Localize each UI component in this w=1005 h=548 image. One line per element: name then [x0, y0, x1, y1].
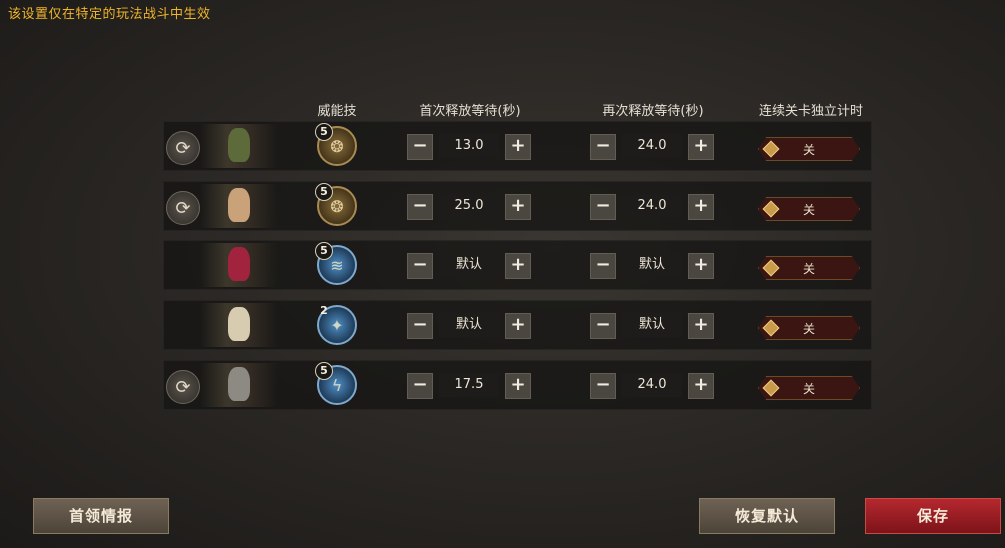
- hero-portrait: [200, 303, 278, 347]
- first-wait-value: 13.0: [439, 134, 499, 158]
- independent-timer-toggle[interactable]: 关: [758, 137, 860, 161]
- notice-text: 该设置仅在特定的玩法战斗中生效: [8, 7, 211, 22]
- plus-icon[interactable]: +: [688, 373, 714, 399]
- refresh-icon[interactable]: ⟳: [166, 370, 200, 404]
- plus-icon[interactable]: +: [505, 134, 531, 160]
- skill-level-badge: 5: [315, 242, 333, 260]
- first-wait-value: 25.0: [439, 194, 499, 218]
- plus-icon[interactable]: +: [688, 313, 714, 339]
- repeat-wait-value: 24.0: [622, 373, 682, 397]
- repeat-wait-stepper: − 24.0 +: [590, 373, 714, 399]
- first-wait-stepper: − 13.0 +: [407, 134, 531, 160]
- repeat-wait-stepper: − 24.0 +: [590, 194, 714, 220]
- refresh-icon[interactable]: ⟳: [166, 191, 200, 225]
- restore-default-button[interactable]: 恢复默认: [699, 498, 835, 534]
- hero-row: ⟳ ❂ 5 − 25.0 + − 24.0 + 关: [163, 181, 872, 231]
- plus-icon[interactable]: +: [505, 313, 531, 339]
- repeat-wait-value: 24.0: [622, 194, 682, 218]
- refresh-icon[interactable]: ⟳: [166, 131, 200, 165]
- independent-timer-toggle[interactable]: 关: [758, 376, 860, 400]
- plus-icon[interactable]: +: [688, 194, 714, 220]
- independent-timer-toggle[interactable]: 关: [758, 197, 860, 221]
- header-repeat-wait: 再次释放等待(秒): [602, 104, 704, 119]
- repeat-wait-stepper: − 默认 +: [590, 253, 714, 279]
- plus-icon[interactable]: +: [505, 253, 531, 279]
- skill-level-badge: 5: [315, 362, 333, 380]
- repeat-wait-value: 默认: [622, 313, 682, 337]
- header-first-wait: 首次释放等待(秒): [419, 104, 521, 119]
- first-wait-stepper: − 25.0 +: [407, 194, 531, 220]
- minus-icon[interactable]: −: [590, 134, 616, 160]
- minus-icon[interactable]: −: [407, 253, 433, 279]
- skill-level-badge: 2: [320, 304, 328, 317]
- repeat-wait-value: 默认: [622, 253, 682, 277]
- minus-icon[interactable]: −: [590, 313, 616, 339]
- header-independent-timer: 连续关卡独立计时: [758, 104, 863, 119]
- plus-icon[interactable]: +: [505, 194, 531, 220]
- first-wait-stepper: − 默认 +: [407, 313, 531, 339]
- hero-row: ✦ 2 − 默认 + − 默认 + 关: [163, 300, 872, 350]
- minus-icon[interactable]: −: [590, 253, 616, 279]
- header-skill: 威能技: [317, 104, 357, 119]
- hero-portrait: [200, 184, 278, 228]
- minus-icon[interactable]: −: [407, 194, 433, 220]
- toggle-label: 关: [802, 322, 815, 336]
- first-wait-stepper: − 默认 +: [407, 253, 531, 279]
- toggle-label: 关: [802, 382, 815, 396]
- minus-icon[interactable]: −: [590, 194, 616, 220]
- independent-timer-toggle[interactable]: 关: [758, 256, 860, 280]
- hero-portrait: [200, 243, 278, 287]
- minus-icon[interactable]: −: [407, 313, 433, 339]
- plus-icon[interactable]: +: [505, 373, 531, 399]
- first-wait-value: 默认: [439, 313, 499, 337]
- save-button[interactable]: 保存: [865, 498, 1001, 534]
- leader-info-button[interactable]: 首领情报: [33, 498, 169, 534]
- repeat-wait-value: 24.0: [622, 134, 682, 158]
- hero-row: ≋ 5 − 默认 + − 默认 + 关: [163, 240, 872, 290]
- minus-icon[interactable]: −: [407, 134, 433, 160]
- toggle-label: 关: [802, 143, 815, 157]
- first-wait-value: 默认: [439, 253, 499, 277]
- minus-icon[interactable]: −: [590, 373, 616, 399]
- first-wait-stepper: − 17.5 +: [407, 373, 531, 399]
- first-wait-value: 17.5: [439, 373, 499, 397]
- toggle-label: 关: [802, 262, 815, 276]
- repeat-wait-stepper: − 默认 +: [590, 313, 714, 339]
- skill-level-badge: 5: [315, 183, 333, 201]
- hero-portrait: [200, 124, 278, 168]
- hero-row: ⟳ ϟ 5 − 17.5 + − 24.0 + 关: [163, 360, 872, 410]
- hero-row: ⟳ ❂ 5 − 13.0 + − 24.0 + 关: [163, 121, 872, 171]
- skill-level-badge: 5: [315, 123, 333, 141]
- hero-portrait: [200, 363, 278, 407]
- minus-icon[interactable]: −: [407, 373, 433, 399]
- plus-icon[interactable]: +: [688, 134, 714, 160]
- independent-timer-toggle[interactable]: 关: [758, 316, 860, 340]
- repeat-wait-stepper: − 24.0 +: [590, 134, 714, 160]
- plus-icon[interactable]: +: [688, 253, 714, 279]
- toggle-label: 关: [802, 203, 815, 217]
